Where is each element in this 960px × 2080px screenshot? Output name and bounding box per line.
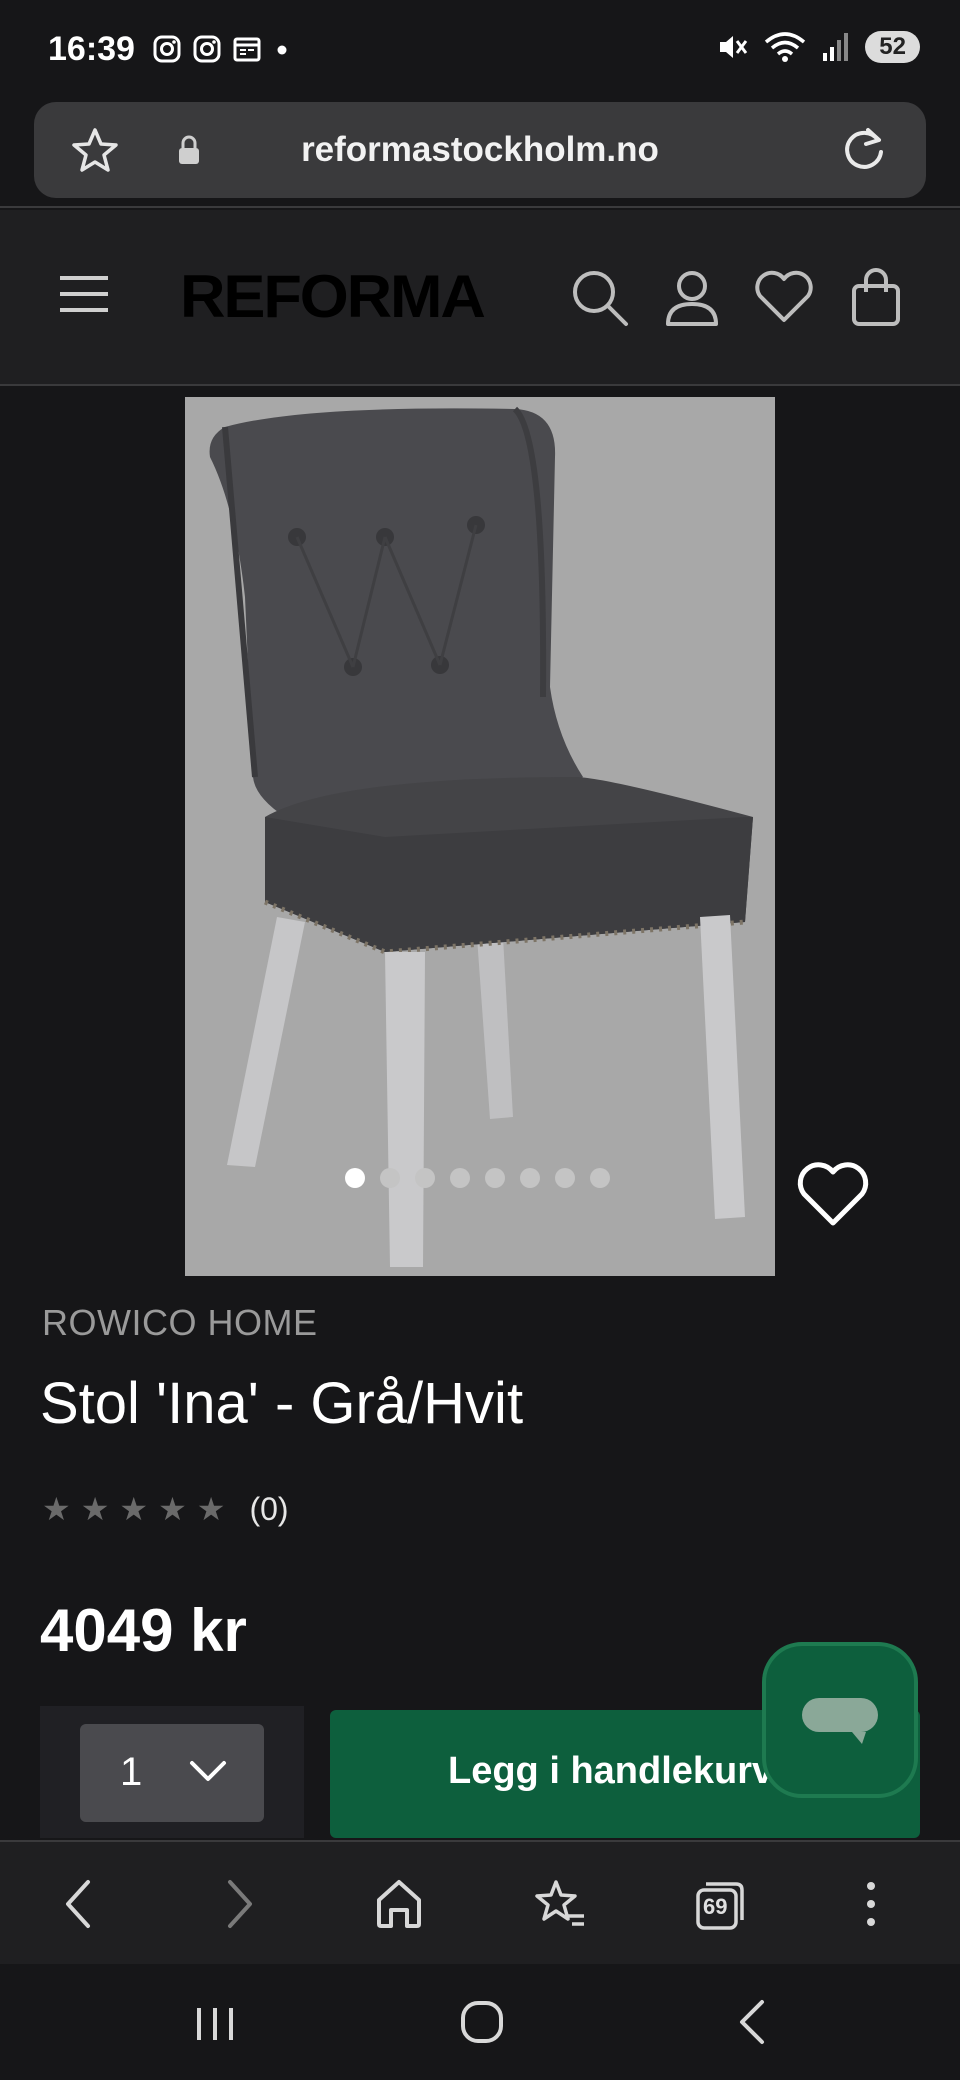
- carousel-dot[interactable]: [345, 1168, 365, 1188]
- wifi-icon: [765, 32, 806, 62]
- status-time: 16:39: [48, 30, 135, 68]
- home-icon[interactable]: [374, 1876, 424, 1932]
- chair-image: [209, 406, 753, 1267]
- star-icon: ★: [80, 1491, 110, 1527]
- instagram-icon: [193, 35, 221, 63]
- more-options-icon[interactable]: [864, 1876, 878, 1932]
- rating-count: (0): [249, 1490, 289, 1527]
- back-icon[interactable]: [60, 1876, 96, 1932]
- product-price: 4049 kr: [40, 1597, 247, 1664]
- carousel-dot[interactable]: [590, 1168, 610, 1188]
- signal-icon: [823, 33, 849, 61]
- site-logo[interactable]: REFORMA: [180, 262, 486, 331]
- carousel-dot[interactable]: [520, 1168, 540, 1188]
- system-navigation-bar: [0, 1964, 960, 2080]
- heart-icon[interactable]: [754, 268, 814, 324]
- calendar-icon: [233, 37, 261, 62]
- browser-toolbar: 69: [0, 1840, 960, 1964]
- mute-icon: [720, 36, 748, 58]
- recent-apps-icon[interactable]: [194, 2004, 236, 2044]
- image-carousel-dots: [345, 1168, 610, 1188]
- star-icon: ★: [158, 1491, 187, 1527]
- star-icon: ★: [119, 1491, 149, 1527]
- refresh-icon[interactable]: [838, 124, 890, 176]
- carousel-dot[interactable]: [555, 1168, 575, 1188]
- product-title: Stol 'Ina' - Grå/Hvit: [40, 1371, 524, 1436]
- carousel-dot[interactable]: [450, 1168, 470, 1188]
- menu-icon[interactable]: [58, 272, 110, 316]
- home-button-icon[interactable]: [460, 2000, 504, 2044]
- url-text[interactable]: reformastockholm.no: [34, 130, 926, 170]
- chat-button[interactable]: [762, 1642, 918, 1798]
- product-rating[interactable]: ★ ★ ★ ★ ★ (0): [42, 1490, 289, 1528]
- product-brand[interactable]: ROWICO HOME: [42, 1302, 317, 1344]
- shopping-bag-icon[interactable]: [850, 268, 902, 328]
- notification-icons: [152, 34, 292, 64]
- star-icon: ★: [42, 1491, 71, 1527]
- instagram-icon: [153, 35, 181, 63]
- tab-count: 69: [703, 1894, 728, 1919]
- product-image[interactable]: [185, 397, 775, 1276]
- system-status-icons: 52: [715, 30, 920, 64]
- quantity-container: 1: [40, 1706, 304, 1838]
- carousel-dot[interactable]: [380, 1168, 400, 1188]
- carousel-dot[interactable]: [485, 1168, 505, 1188]
- site-header: REFORMA: [0, 210, 960, 384]
- star-icon: ★: [196, 1491, 226, 1527]
- address-bar[interactable]: reformastockholm.no: [34, 102, 926, 198]
- quantity-value: 1: [120, 1750, 143, 1794]
- carousel-dot[interactable]: [415, 1168, 435, 1188]
- divider: [0, 384, 960, 386]
- system-back-icon[interactable]: [736, 1998, 768, 2046]
- chevron-down-icon: [190, 1761, 226, 1781]
- battery-indicator: 52: [865, 31, 920, 63]
- forward-icon[interactable]: [222, 1876, 258, 1932]
- dot-icon: [277, 45, 287, 55]
- chat-bubble-icon: [802, 1698, 878, 1744]
- wishlist-heart-icon[interactable]: [796, 1160, 870, 1228]
- status-bar: 16:39 52: [0, 0, 960, 100]
- search-icon[interactable]: [570, 268, 630, 328]
- bookmarks-icon[interactable]: [532, 1876, 588, 1932]
- quantity-select[interactable]: 1: [80, 1724, 264, 1822]
- divider: [0, 206, 960, 208]
- account-icon[interactable]: [664, 268, 720, 328]
